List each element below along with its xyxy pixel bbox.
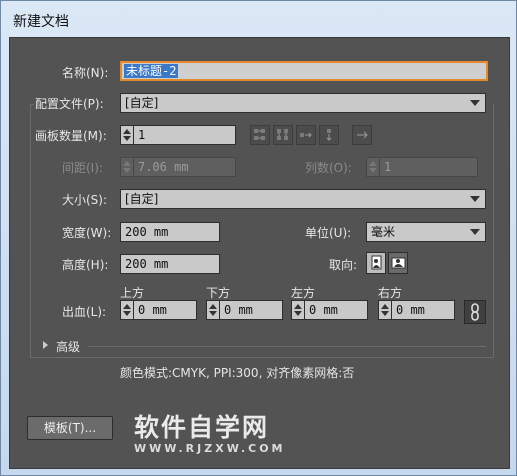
bleed-link-button[interactable] — [464, 300, 486, 324]
bleed-label: 出血(L): — [62, 305, 107, 319]
bleed-right-input[interactable]: 0 mm — [391, 300, 455, 320]
window-title: 新建文档 — [13, 14, 69, 30]
portrait-button[interactable] — [366, 252, 386, 274]
dialog-window: 新建文档 名称(N): 未标题-2 配置文件(P): [自定] 画板数量(M):… — [0, 0, 517, 476]
bleed-right-stepper[interactable] — [378, 300, 391, 320]
title-bar[interactable]: 新建文档 — [2, 2, 517, 37]
size-select[interactable]: [自定] — [120, 189, 486, 209]
width-label: 宽度(W): — [62, 226, 112, 240]
advanced-label: 高级 — [56, 340, 81, 354]
orientation-label: 取向: — [329, 258, 358, 272]
watermark-sub: WWW.RJZXW.COM — [134, 442, 286, 455]
chevron-down-icon — [470, 196, 480, 202]
bleed-left-input[interactable]: 0 mm — [304, 300, 368, 320]
bleed-left-label: 左方 — [291, 286, 316, 300]
size-value: [自定] — [125, 192, 159, 206]
height-label: 高度(H): — [62, 258, 109, 272]
bleed-top-label: 上方 — [120, 286, 145, 300]
disclosure-triangle-icon — [43, 341, 48, 349]
portrait-icon — [371, 255, 382, 270]
name-input[interactable]: 未标题-2 — [120, 61, 488, 81]
artboards-input[interactable]: 1 — [133, 125, 236, 145]
template-button[interactable]: 模板(T)... — [27, 416, 113, 440]
link-icon — [471, 303, 479, 321]
height-input[interactable]: 200 mm — [120, 254, 220, 274]
columns-label: 列数(O): — [305, 161, 352, 175]
artboards-label: 画板数量(M): — [35, 129, 107, 143]
artboards-stepper[interactable] — [120, 125, 133, 145]
name-value: 未标题-2 — [124, 64, 179, 78]
bleed-bottom-input[interactable]: 0 mm — [219, 300, 283, 320]
bleed-bottom-stepper[interactable] — [206, 300, 219, 320]
grid-by-column-icon[interactable] — [273, 125, 293, 145]
bleed-top-input[interactable]: 0 mm — [133, 300, 197, 320]
landscape-icon — [391, 257, 406, 269]
arrange-by-row-icon[interactable] — [296, 125, 316, 145]
columns-stepper[interactable] — [366, 157, 379, 177]
bleed-right-label: 右方 — [378, 286, 403, 300]
bleed-bottom-label: 下方 — [206, 286, 231, 300]
group-box-top-left — [30, 104, 34, 105]
right-to-left-icon[interactable] — [352, 125, 372, 145]
arrange-by-column-icon[interactable] — [319, 125, 339, 145]
spacing-label: 间距(I): — [62, 161, 103, 175]
width-input[interactable]: 200 mm — [120, 222, 220, 242]
units-value: 毫米 — [371, 225, 396, 239]
watermark-main: 软件自学网 — [134, 413, 270, 442]
columns-input[interactable]: 1 — [379, 157, 478, 177]
units-select[interactable]: 毫米 — [366, 222, 486, 242]
name-label: 名称(N): — [62, 66, 109, 80]
grid-by-row-icon[interactable] — [250, 125, 270, 145]
bleed-top-stepper[interactable] — [120, 300, 133, 320]
chevron-down-icon — [470, 229, 480, 235]
watermark: 软件自学网 WWW.RJZXW.COM — [134, 408, 286, 455]
spacing-input[interactable]: 7.06 mm — [133, 157, 236, 177]
landscape-button[interactable] — [388, 252, 408, 274]
document-summary: 颜色模式:CMYK, PPI:300, 对齐像素网格:否 — [120, 366, 355, 380]
spacing-stepper[interactable] — [120, 157, 133, 177]
dialog-body: 名称(N): 未标题-2 配置文件(P): [自定] 画板数量(M): 1 间距… — [9, 37, 510, 469]
advanced-divider — [88, 346, 486, 347]
size-label: 大小(S): — [62, 193, 108, 207]
bleed-left-stepper[interactable] — [291, 300, 304, 320]
units-label: 单位(U): — [305, 226, 352, 240]
